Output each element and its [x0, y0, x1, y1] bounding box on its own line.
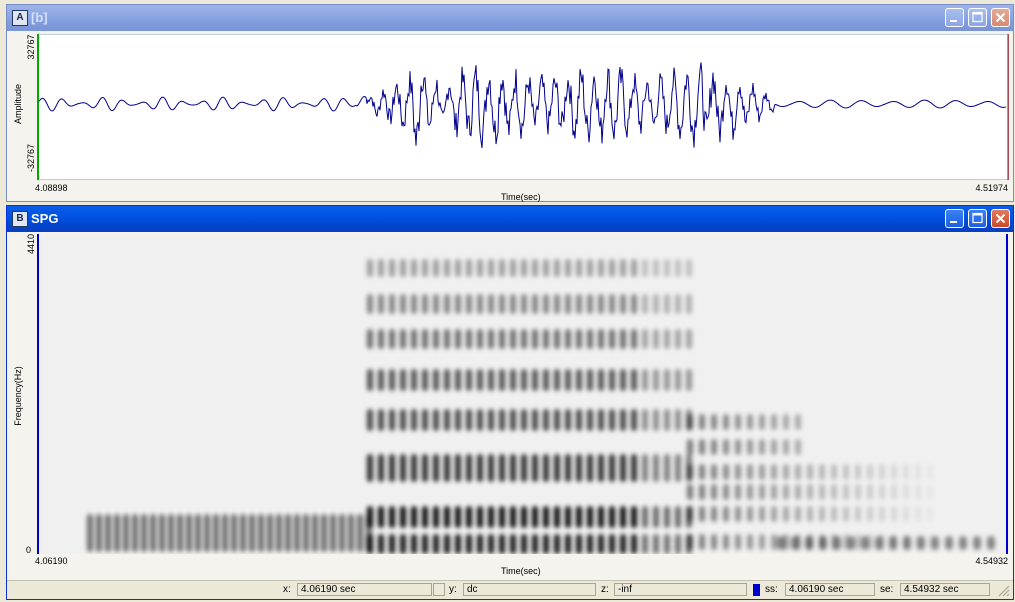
waveform-window-titlebar[interactable]: A [b]: [7, 5, 1013, 31]
minimize-button[interactable]: [945, 209, 964, 228]
minimize-icon: [950, 221, 957, 223]
cursor-z-label: z:: [601, 584, 609, 595]
amplitude-axis-label: Amplitude: [13, 83, 23, 125]
cursor-x-readout: 4.06190 sec: [297, 583, 432, 596]
selection-start-readout: 4.06190 sec: [785, 583, 875, 596]
close-icon: [995, 213, 1006, 224]
resize-grip-icon[interactable]: [998, 585, 1010, 597]
frequency-max-label: 4410: [26, 233, 36, 255]
amplitude-max-label: 32767: [26, 34, 36, 60]
frequency-min-label: 0: [26, 545, 32, 555]
minimize-button[interactable]: [945, 8, 964, 27]
maximize-icon: [972, 212, 983, 224]
waveform-window-title: [b]: [31, 10, 48, 25]
close-button[interactable]: [991, 209, 1010, 228]
cursor-y-readout: dc: [463, 583, 596, 596]
spectrogram-panel: Frequency(Hz) 4410 0 4.06190 4.54932 Tim…: [7, 232, 1013, 599]
status-divider: [433, 583, 445, 596]
waveform-panel: Amplitude 32767 -32767 4.08898 4.51974 T…: [7, 31, 1013, 202]
spectrogram-x-end-label: 4.54932: [975, 556, 1008, 566]
waveform-window[interactable]: A [b] Amplitude 32767 -32767 4.08898 4.5…: [6, 4, 1014, 202]
spectrogram-x-axis-label: Time(sec): [501, 566, 541, 576]
waveform-plot[interactable]: [37, 34, 1009, 180]
cursor-y-label: y:: [449, 584, 457, 595]
selection-end-readout: 4.54932 sec: [900, 583, 990, 596]
waveform-x-end-label: 4.51974: [975, 183, 1008, 193]
maximize-icon: [972, 11, 983, 23]
amplitude-min-label: -32767: [26, 143, 36, 173]
minimize-icon: [950, 20, 957, 22]
spectrogram-window[interactable]: B SPG Frequency(Hz) 4410 0 4.06190 4.549…: [6, 205, 1014, 600]
maximize-button[interactable]: [968, 8, 987, 27]
close-icon: [995, 12, 1006, 23]
close-button[interactable]: [991, 8, 1010, 27]
frequency-axis-label: Frequency(Hz): [13, 366, 23, 426]
selection-color-swatch: [753, 584, 760, 596]
spectrogram-x-start-label: 4.06190: [35, 556, 68, 566]
status-bar: x: 4.06190 sec y: dc z: -inf ss: 4.06190…: [7, 580, 1013, 599]
selection-start-label: ss:: [765, 584, 778, 595]
waveform-x-axis-label: Time(sec): [501, 192, 541, 202]
spectrogram-window-titlebar[interactable]: B SPG: [7, 206, 1013, 232]
waveform-x-start-label: 4.08898: [35, 183, 68, 193]
cursor-z-readout: -inf: [614, 583, 747, 596]
selection-end-label: se:: [880, 584, 894, 595]
maximize-button[interactable]: [968, 209, 987, 228]
cursor-x-label: x:: [283, 584, 291, 595]
spectrogram-plot[interactable]: [37, 234, 1009, 554]
window-b-system-icon[interactable]: B: [12, 211, 28, 227]
window-a-system-icon[interactable]: A: [12, 10, 28, 26]
spectrogram-window-title: SPG: [31, 211, 59, 226]
